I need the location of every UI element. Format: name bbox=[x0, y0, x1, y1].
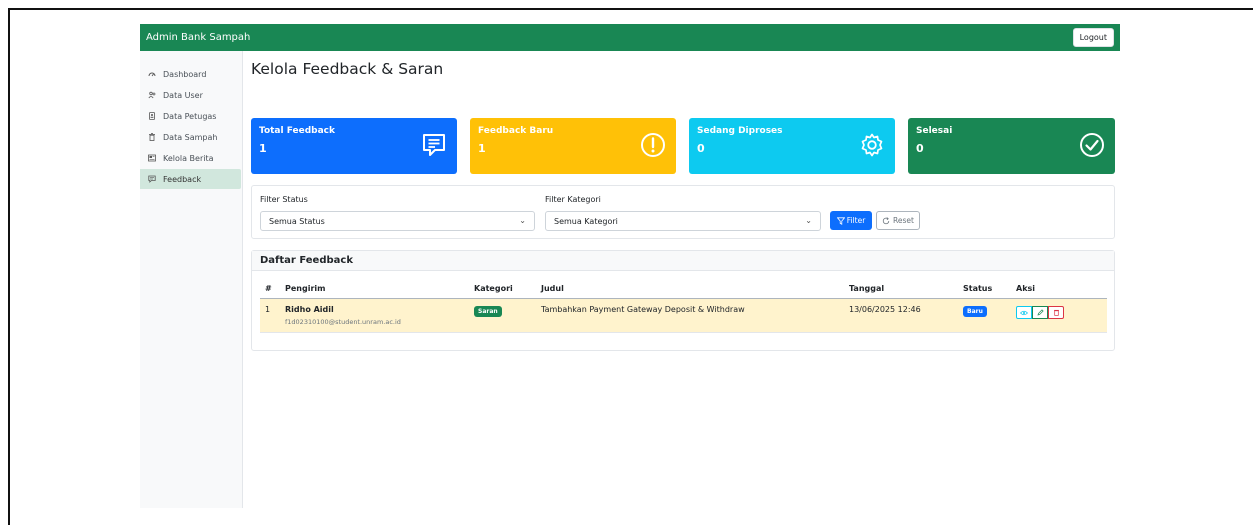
list-title: Daftar Feedback bbox=[252, 251, 1114, 271]
sidebar-item-label: Kelola Berita bbox=[163, 153, 214, 163]
filter-button-label: Filter bbox=[846, 216, 866, 225]
admin-app: Admin Bank Sampah Logout Dashboard Data … bbox=[140, 24, 1120, 508]
filter-button[interactable]: Filter bbox=[830, 211, 872, 230]
top-navbar: Admin Bank Sampah Logout bbox=[140, 24, 1120, 51]
sidebar-item-dashboard[interactable]: Dashboard bbox=[140, 64, 242, 84]
chat-icon bbox=[148, 175, 156, 183]
newspaper-icon bbox=[148, 154, 156, 162]
sender-email: f1d02310100@student.unram.ac.id bbox=[285, 318, 401, 326]
logout-button[interactable]: Logout bbox=[1072, 28, 1114, 47]
filter-category-value: Semua Kategori bbox=[554, 217, 618, 226]
id-card-icon bbox=[148, 112, 156, 120]
brand-title[interactable]: Admin Bank Sampah bbox=[146, 32, 250, 43]
delete-button[interactable] bbox=[1048, 306, 1064, 319]
message-icon bbox=[423, 134, 445, 156]
feedback-list-panel: Daftar Feedback # Pengirim Kategori Judu… bbox=[251, 250, 1115, 351]
column-header-number: # bbox=[265, 284, 272, 293]
eye-icon bbox=[1020, 310, 1028, 315]
trash-icon bbox=[1053, 309, 1059, 316]
table-header: # Pengirim Kategori Judul Tanggal Status… bbox=[260, 279, 1107, 299]
reset-button[interactable]: Reset bbox=[876, 211, 920, 230]
stat-card-diproses: Sedang Diproses 0 bbox=[689, 118, 895, 174]
column-header-aksi: Aksi bbox=[1016, 284, 1036, 293]
column-header-kategori: Kategori bbox=[474, 284, 513, 293]
sidebar-item-label: Data Petugas bbox=[163, 111, 217, 121]
sidebar-item-data-petugas[interactable]: Data Petugas bbox=[140, 106, 242, 126]
sidebar-item-data-user[interactable]: Data User bbox=[140, 85, 242, 105]
sidebar-item-data-sampah[interactable]: Data Sampah bbox=[140, 127, 242, 147]
stat-card-total: Total Feedback 1 bbox=[251, 118, 457, 174]
view-button[interactable] bbox=[1016, 306, 1032, 319]
sidebar-item-label: Data User bbox=[163, 90, 203, 100]
gear-icon bbox=[861, 133, 883, 157]
page-title: Kelola Feedback & Saran bbox=[251, 60, 444, 78]
column-header-judul: Judul bbox=[541, 284, 564, 293]
filter-category-select[interactable]: Semua Kategori ⌄ bbox=[545, 211, 821, 231]
column-header-pengirim: Pengirim bbox=[285, 284, 326, 293]
feedback-table: # Pengirim Kategori Judul Tanggal Status… bbox=[260, 279, 1107, 333]
action-buttons bbox=[1016, 306, 1064, 319]
feedback-title: Tambahkan Payment Gateway Deposit & With… bbox=[541, 305, 745, 314]
check-circle-icon bbox=[1080, 133, 1104, 157]
users-icon bbox=[148, 91, 156, 99]
stat-card-selesai: Selesai 0 bbox=[908, 118, 1115, 174]
refresh-icon bbox=[882, 216, 890, 224]
sender-name: Ridho Aidil bbox=[285, 305, 334, 314]
sidebar-item-feedback[interactable]: Feedback bbox=[140, 169, 241, 189]
feedback-date: 13/06/2025 12:46 bbox=[849, 305, 921, 314]
sidebar: Dashboard Data User Data Petugas Data Sa… bbox=[140, 51, 243, 508]
chevron-down-icon: ⌄ bbox=[519, 216, 526, 225]
reset-button-label: Reset bbox=[893, 216, 914, 225]
sidebar-item-label: Data Sampah bbox=[163, 132, 218, 142]
funnel-icon bbox=[836, 216, 845, 225]
dashboard-icon bbox=[148, 70, 156, 78]
stat-card-baru: Feedback Baru 1 bbox=[470, 118, 676, 174]
column-header-tanggal: Tanggal bbox=[849, 284, 885, 293]
alert-icon bbox=[641, 133, 665, 157]
main-content: Kelola Feedback & Saran Total Feedback 1… bbox=[251, 51, 1115, 508]
chevron-down-icon: ⌄ bbox=[805, 216, 812, 225]
edit-button[interactable] bbox=[1032, 306, 1048, 319]
column-header-status: Status bbox=[963, 284, 993, 293]
filter-status-select[interactable]: Semua Status ⌄ bbox=[260, 211, 535, 231]
filter-status-value: Semua Status bbox=[269, 217, 325, 226]
pencil-icon bbox=[1037, 309, 1044, 316]
status-badge: Baru bbox=[963, 306, 987, 317]
row-number: 1 bbox=[265, 305, 271, 314]
trash-icon bbox=[148, 133, 156, 141]
filter-status-label: Filter Status bbox=[260, 195, 308, 204]
filter-category-label: Filter Kategori bbox=[545, 195, 601, 204]
category-badge: Saran bbox=[474, 306, 502, 317]
filter-panel: Filter Status Semua Status ⌄ Filter Kate… bbox=[251, 185, 1115, 239]
table-row[interactable]: 1 Ridho Aidil f1d02310100@student.unram.… bbox=[260, 299, 1107, 333]
sidebar-item-label: Feedback bbox=[163, 174, 202, 184]
sidebar-item-label: Dashboard bbox=[163, 69, 207, 79]
sidebar-item-kelola-berita[interactable]: Kelola Berita bbox=[140, 148, 242, 168]
